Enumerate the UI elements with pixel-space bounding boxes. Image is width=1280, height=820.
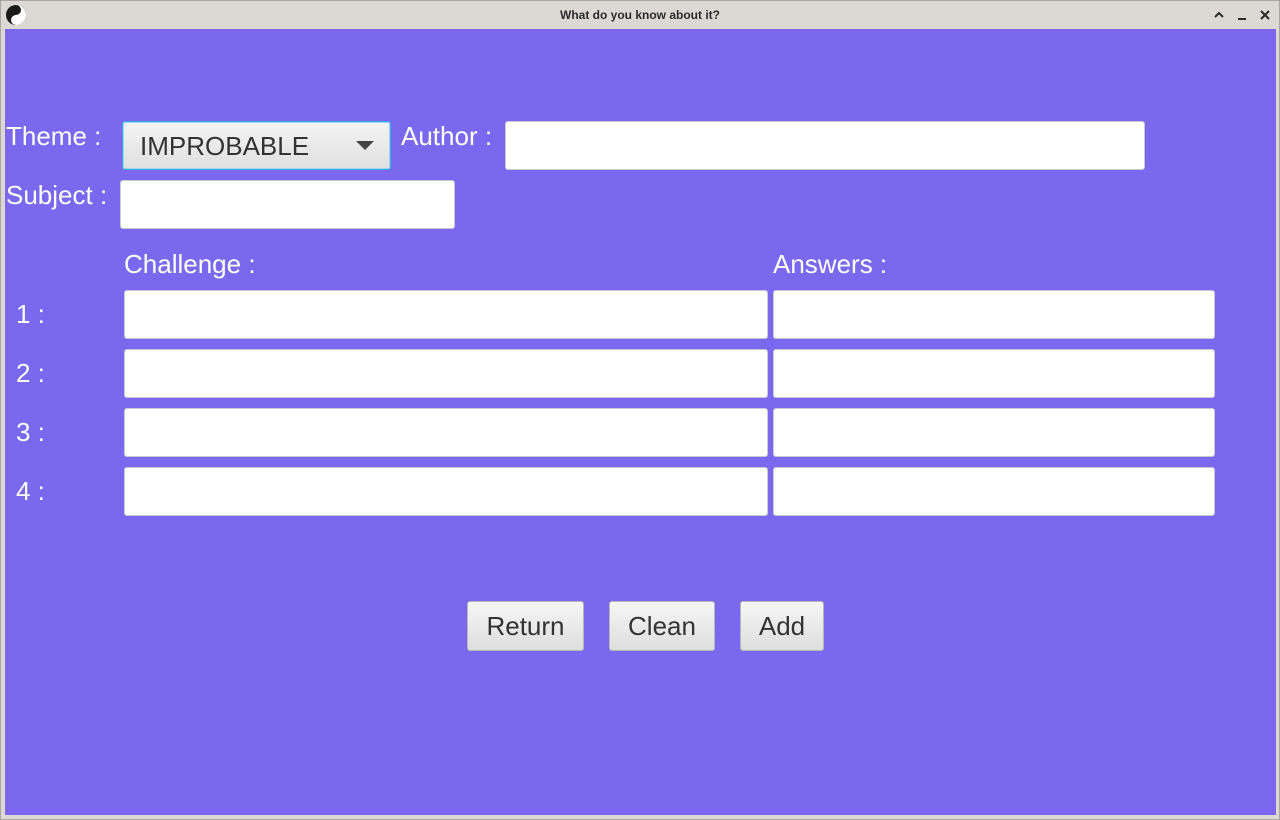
form-panel: Theme : IMPROBABLE Author : Subject : Ch… [5, 29, 1276, 815]
challenge-field-4[interactable] [124, 467, 768, 516]
chevron-down-icon [356, 141, 374, 150]
title-bar[interactable]: What do you know about it? [1, 1, 1279, 29]
return-button[interactable]: Return [467, 601, 584, 651]
row-label: 1 : [16, 299, 45, 329]
answer-field-4[interactable] [773, 467, 1215, 516]
close-icon[interactable] [1257, 7, 1273, 23]
row-label: 4 : [16, 476, 45, 506]
minimize-icon[interactable] [1234, 7, 1250, 23]
window-title: What do you know about it? [560, 8, 720, 22]
add-button[interactable]: Add [740, 601, 824, 651]
author-label: Author : [401, 121, 493, 151]
clean-button[interactable]: Clean [609, 601, 715, 651]
answer-field-1[interactable] [773, 290, 1215, 339]
answers-header: Answers : [773, 249, 888, 279]
chevron-up-icon[interactable] [1211, 7, 1227, 23]
challenge-field-3[interactable] [124, 408, 768, 457]
row-label: 2 : [16, 358, 45, 388]
challenge-field-2[interactable] [124, 349, 768, 398]
author-field[interactable] [505, 121, 1145, 170]
subject-label: Subject : [6, 180, 108, 210]
theme-select[interactable]: IMPROBABLE [122, 121, 391, 170]
subject-field[interactable] [120, 180, 455, 229]
answer-field-2[interactable] [773, 349, 1215, 398]
theme-selected-value: IMPROBABLE [140, 131, 310, 161]
app-window: What do you know about it? Theme : IMPRO… [0, 0, 1280, 820]
challenge-field-1[interactable] [124, 290, 768, 339]
theme-label: Theme : [6, 121, 102, 151]
row-label: 3 : [16, 417, 45, 447]
answer-field-3[interactable] [773, 408, 1215, 457]
challenge-header: Challenge : [124, 249, 256, 279]
